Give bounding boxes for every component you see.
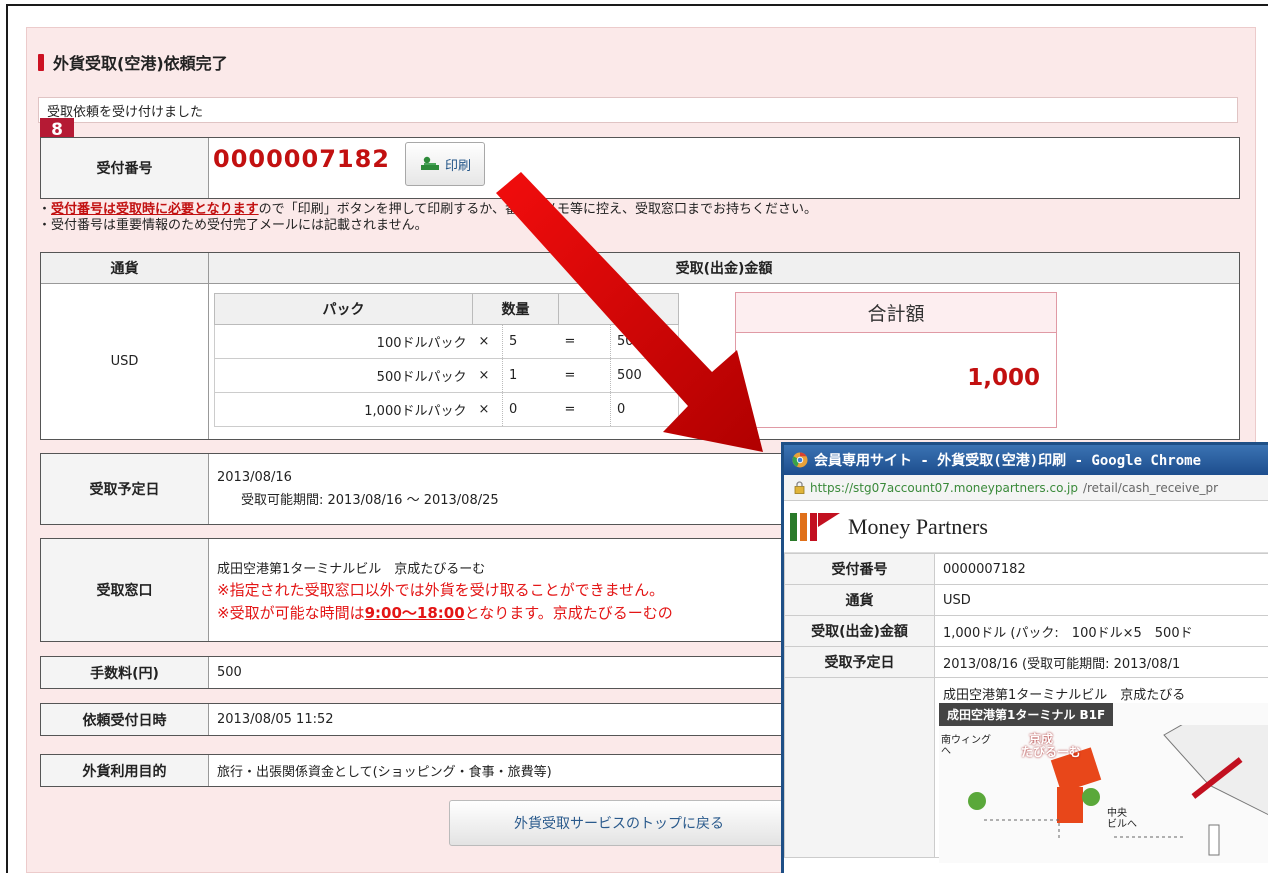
total-label: 合計額: [736, 293, 1056, 333]
total-box: 合計額 1,000: [735, 292, 1057, 428]
pack-name: 500ドルパック: [214, 358, 473, 393]
page-title-text: 外貨受取(空港)依頼完了: [53, 54, 228, 73]
return-top-button[interactable]: 外貨受取サービスのトップに戻る: [449, 800, 789, 846]
map-label-center: 中央 ビルへ: [1107, 808, 1137, 830]
table-row: 通貨 USD: [784, 584, 1268, 616]
table-row: 1,000ドルパック × 0 = 0: [214, 392, 679, 427]
pickup-period: 受取可能期間: 2013/08/16 ～ 2013/08/25: [241, 493, 499, 508]
quantity-header: 数量: [472, 293, 559, 325]
receipt-number-label: 受付番号: [41, 138, 209, 198]
map-label-south: 南ウィング へ: [941, 735, 991, 757]
note-line1-rest: ので「印刷」ボタンを押して印刷するか、番号をメモ等に控え、受取窓口までお持ちくだ…: [258, 202, 817, 217]
printer-icon: [420, 156, 439, 170]
amount-header: 受取(出金)金額: [209, 253, 1239, 284]
pack-quantity: 5: [502, 324, 559, 359]
print-popup-window[interactable]: 会員専用サイト - 外貨受取(空港)印刷 - Google Chrome htt…: [781, 442, 1268, 873]
popup-key: 受付番号: [784, 553, 935, 585]
pack-subtotal: 0: [610, 392, 679, 427]
request-time-value: 2013/08/05 11:52: [217, 712, 334, 727]
purpose-value: 旅行・出張関係資金として(ショッピング・食事・旅費等): [217, 765, 552, 780]
popup-value: USD: [934, 584, 1268, 616]
counter-warning-2b: となります。京成たびるーむの: [464, 603, 673, 622]
completion-notice: 受取依頼を受け付けました: [38, 97, 1238, 123]
counter-warning-2a: ※受取が可能な時間は: [217, 603, 365, 622]
counter-warning-1: ※指定された受取窓口以外では外貨を受け取ることができません。: [217, 580, 665, 599]
times-sign: ×: [472, 358, 503, 393]
counter-label: 受取窓口: [41, 539, 209, 641]
table-row: 500ドルパック × 1 = 500: [214, 358, 679, 393]
popup-url-host: https://stg07account07.moneypartners.co.…: [810, 480, 1078, 495]
popup-key: 受取予定日: [784, 646, 935, 678]
popup-urlbar[interactable]: https://stg07account07.moneypartners.co.…: [784, 475, 1268, 501]
page-title: 外貨受取(空港)依頼完了: [38, 50, 228, 74]
pack-name: 100ドルパック: [214, 324, 473, 359]
brand-name: Money Partners: [848, 513, 988, 539]
popup-title: 会員専用サイト - 外貨受取(空港)印刷 - Google Chrome: [814, 453, 1202, 469]
note-bullet: ・: [38, 202, 52, 217]
currency-header: 通貨: [41, 253, 209, 284]
pickup-date-label: 受取予定日: [41, 454, 209, 524]
counter-name: 成田空港第1ターミナルビル 京成たびるーむ: [217, 561, 486, 577]
pack-subtotal: 500: [610, 324, 679, 359]
purpose-label: 外貨利用目的: [41, 755, 209, 786]
pack-quantity: 1: [502, 358, 559, 393]
table-row: 受取(出金)金額 1,000ドル (パック: 100ドル×5 500ド: [784, 615, 1268, 647]
pack-quantity: 0: [502, 392, 559, 427]
pack-header: パック: [214, 293, 473, 325]
lock-icon: [794, 481, 805, 494]
map-floor-tag: 成田空港第1ターミナル B1F: [939, 703, 1114, 726]
equals-sign: =: [558, 358, 611, 393]
map-south-text2: へ: [941, 746, 951, 757]
print-button-label: 印刷: [444, 158, 471, 174]
print-button[interactable]: 印刷: [405, 142, 485, 186]
table-row: 受付番号 0000007182: [784, 553, 1268, 585]
receipt-notes: ・受付番号は受取時に必要となりますので「印刷」ボタンを押して印刷するか、番号をメ…: [38, 202, 817, 234]
equals-sign: =: [558, 324, 611, 359]
table-row: 100ドルパック × 5 = 500: [214, 324, 679, 359]
map-center-text2: ビルへ: [1107, 819, 1137, 830]
pack-table: パック 数量 計 100ドルパック × 5 = 500 500ドルパック × 1…: [214, 293, 679, 427]
times-sign: ×: [472, 324, 503, 359]
request-time-label: 依頼受付日時: [41, 704, 209, 735]
popup-key: 通貨: [784, 584, 935, 616]
equals-sign: =: [558, 392, 611, 427]
subtotal-header: 計: [558, 293, 679, 325]
popup-url-path: /retail/cash_receive_pr: [1082, 480, 1219, 495]
map-shop-text2: たびるーむ: [1021, 745, 1082, 759]
counter-cell: 成田空港第1ターミナルビル 京成たびるーむ ※指定された受取窓口以外では外貨を受…: [209, 539, 673, 641]
fee-value: 500: [217, 665, 242, 680]
title-marker-icon: [38, 53, 44, 71]
fee-label: 手数料(円): [41, 657, 209, 688]
pack-subtotal: 500: [610, 358, 679, 393]
popup-value: 1,000ドル (パック: 100ドル×5 500ド: [934, 615, 1268, 647]
popup-key: 受取(出金)金額: [784, 615, 935, 647]
popup-value: 2013/08/16 (受取可能期間: 2013/08/1: [934, 646, 1268, 678]
money-partners-logo: Money Partners: [784, 501, 1268, 553]
table-row: 受取予定日 2013/08/16 (受取可能期間: 2013/08/1: [784, 646, 1268, 678]
receipt-number-value: 0000007182: [213, 145, 390, 173]
brand-mark-icon: [790, 512, 840, 541]
pickup-date-value: 2013/08/16: [217, 470, 292, 485]
chrome-icon: [792, 452, 808, 468]
popup-value: 0000007182: [934, 553, 1268, 585]
map-center-text: 中央: [1107, 808, 1127, 819]
note-emphasis: 受付番号は受取時に必要となります: [51, 202, 259, 217]
note-line2: ・受付番号は重要情報のため受付完了メールには記載されません。: [38, 218, 428, 233]
popup-titlebar[interactable]: 会員専用サイト - 外貨受取(空港)印刷 - Google Chrome: [784, 445, 1268, 475]
terminal-map: 成田空港第1ターミナル B1F 南ウィング へ 京成 たびるーむ 中央 ビルへ: [939, 703, 1268, 863]
popup-key: [784, 677, 935, 858]
map-label-shop: 京成 たびるーむ: [1021, 733, 1081, 759]
map-south-text: 南ウィング: [941, 735, 991, 746]
currency-value: USD: [41, 284, 209, 439]
pickup-date-cell: 2013/08/16 受取可能期間: 2013/08/16 ～ 2013/08/…: [209, 454, 499, 524]
pack-name: 1,000ドルパック: [214, 392, 473, 427]
counter-hours: 9:00～18:00: [364, 603, 465, 622]
total-value: 1,000: [967, 365, 1040, 391]
times-sign: ×: [472, 392, 503, 427]
